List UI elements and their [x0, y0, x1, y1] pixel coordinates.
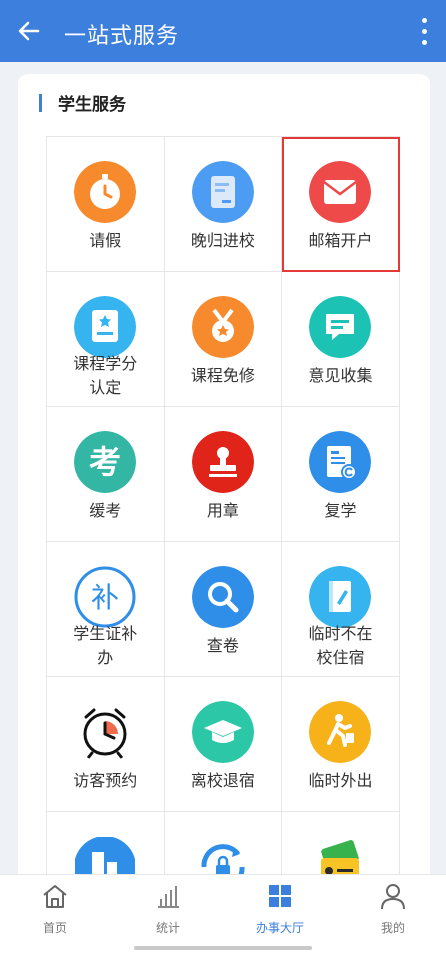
service-label: 临时不在校住宿	[308, 624, 373, 667]
chat-icon	[309, 296, 372, 358]
service-feedback[interactable]: 意见收集	[282, 272, 400, 407]
service-exam-deferral[interactable]: 考 缓考	[47, 407, 165, 542]
clock-icon	[74, 161, 137, 223]
service-label: 复学	[324, 501, 357, 520]
student-services-card: 学生服务 请假 晚归进校 邮箱开户 课程学分认定 课程免修 意见收集 考 缓考 …	[18, 74, 430, 894]
walking-person-icon	[309, 701, 372, 763]
stamp-icon	[191, 431, 254, 493]
section-title: 学生服务	[58, 95, 126, 115]
certificate-icon	[74, 296, 137, 358]
tab-label: 统计	[155, 921, 180, 935]
service-student-card-reissue[interactable]: 补 学生证补办	[47, 542, 165, 677]
supplement-icon: 补	[74, 566, 136, 628]
bottom-tab-bar: 首页 统计 办事大厅 我的	[0, 874, 446, 958]
service-temp-off-campus[interactable]: 临时不在校住宿	[282, 542, 400, 677]
tab-mine[interactable]: 我的	[353, 881, 433, 936]
tab-service-hall[interactable]: 办事大厅	[240, 881, 320, 936]
graduation-cap-icon	[191, 701, 254, 763]
more-options-icon[interactable]	[422, 18, 428, 46]
page-title: 一站式服务	[64, 24, 180, 49]
service-label: 缓考	[89, 501, 122, 520]
section-accent-bar	[39, 94, 42, 112]
service-label: 查卷	[206, 636, 239, 655]
medal-icon	[191, 296, 254, 358]
svg-text:补: 补	[91, 581, 119, 614]
service-label: 请假	[89, 231, 122, 250]
home-icon	[43, 885, 67, 908]
app-header: 一站式服务	[0, 0, 446, 62]
service-label: 晚归进校	[190, 231, 255, 250]
form-icon	[309, 431, 372, 493]
tab-statistics[interactable]: 统计	[128, 881, 208, 936]
service-label: 邮箱开户	[308, 231, 373, 250]
mail-icon	[309, 161, 372, 223]
service-label: 学生证补办	[73, 624, 138, 667]
service-leave[interactable]: 请假	[47, 137, 165, 272]
document-icon	[191, 161, 254, 223]
tab-label: 首页	[42, 921, 67, 935]
tab-label: 办事大厅	[255, 921, 304, 935]
person-icon	[381, 884, 405, 910]
service-label: 离校退宿	[190, 771, 255, 790]
services-grid: 请假 晚归进校 邮箱开户 课程学分认定 课程免修 意见收集 考 缓考 用章 复学…	[46, 136, 400, 894]
service-temp-outing[interactable]: 临时外出	[282, 677, 400, 812]
service-resume-study[interactable]: 复学	[282, 407, 400, 542]
service-visitor-booking[interactable]: 访客预约	[47, 677, 165, 812]
tab-home[interactable]: 首页	[15, 881, 95, 936]
service-label: 访客预约	[73, 771, 138, 790]
home-indicator	[134, 946, 312, 950]
service-course-exemption[interactable]: 课程免修	[164, 272, 283, 407]
magnifier-icon	[191, 566, 254, 628]
notebook-icon	[309, 566, 372, 628]
exam-icon: 考	[74, 431, 137, 493]
service-label: 课程免修	[190, 366, 255, 385]
service-seal-use[interactable]: 用章	[164, 407, 283, 542]
bar-chart-icon	[158, 886, 179, 908]
service-label: 用章	[206, 501, 239, 520]
service-leave-dorm[interactable]: 离校退宿	[164, 677, 283, 812]
alarm-icon	[83, 708, 127, 760]
service-label: 课程学分认定	[73, 354, 138, 397]
tab-label: 我的	[380, 921, 405, 935]
service-credit-recognition[interactable]: 课程学分认定	[47, 272, 165, 407]
service-label: 意见收集	[308, 366, 373, 385]
service-label: 临时外出	[308, 771, 373, 790]
service-email-account[interactable]: 邮箱开户	[282, 137, 400, 272]
svg-text:考: 考	[89, 443, 121, 481]
grid-icon	[269, 885, 291, 907]
service-late-return[interactable]: 晚归进校	[164, 137, 283, 272]
back-arrow-icon[interactable]	[14, 16, 44, 46]
service-check-papers[interactable]: 查卷	[164, 542, 283, 677]
